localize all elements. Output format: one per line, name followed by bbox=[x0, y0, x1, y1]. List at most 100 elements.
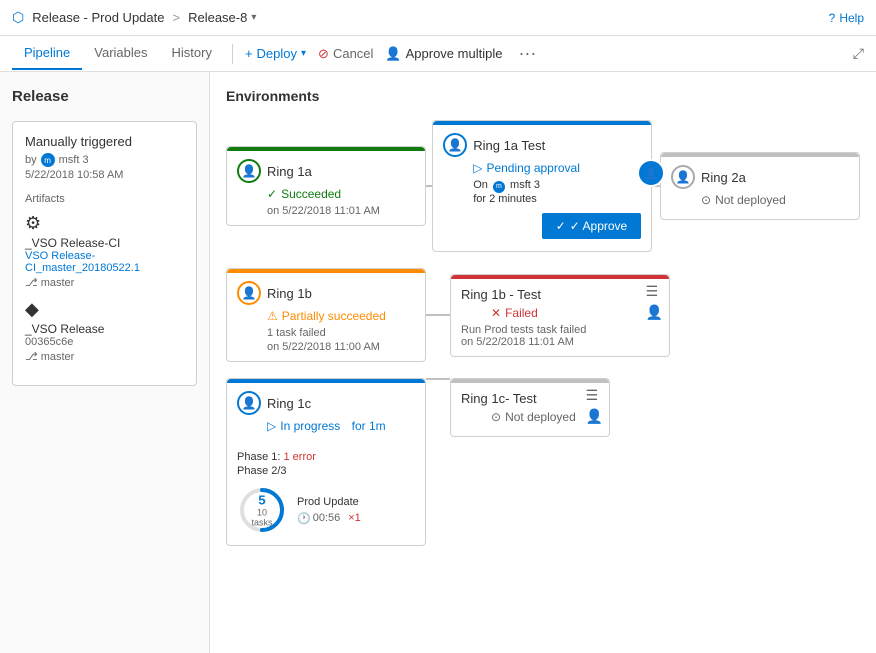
ring1a-date: on 5/22/2018 11:01 AM bbox=[267, 205, 415, 217]
ring1a-status: ✓ Succeeded bbox=[267, 187, 415, 201]
tab-variables[interactable]: Variables bbox=[82, 37, 159, 70]
ring1ctest-notdeployed-icon: ⊙ bbox=[491, 410, 501, 424]
approve-multiple-button[interactable]: 👤 Approve multiple bbox=[385, 46, 502, 62]
ring1c-tasks-count: 5 10tasks bbox=[251, 493, 272, 528]
artifact-2-id: 00365c6e bbox=[25, 336, 184, 348]
ring1b-name: Ring 1b bbox=[267, 286, 312, 301]
chevron-down-icon[interactable]: ▾ bbox=[251, 12, 256, 23]
help-label: Help bbox=[839, 11, 864, 25]
warning-icon: ⚠ bbox=[267, 309, 278, 323]
ring1ctest-settings-icon[interactable]: ☰ bbox=[586, 387, 603, 404]
ring1c-progress-info: Prod Update 🕐 00:56 ×1 bbox=[297, 496, 415, 525]
stage-ring1a[interactable]: 👤 Ring 1a ✓ Succeeded on 5/22/2018 11:01… bbox=[226, 146, 426, 226]
ring1ctest-name: Ring 1c- Test bbox=[461, 391, 537, 406]
artifact-2-branch: ⎇ master bbox=[25, 350, 184, 363]
branch-icon: ⎇ bbox=[25, 276, 38, 289]
release-card: Manually triggered by m msft 3 5/22/2018… bbox=[12, 121, 197, 386]
artifacts-label: Artifacts bbox=[25, 193, 184, 205]
more-options-button[interactable]: ··· bbox=[518, 43, 536, 64]
ring1atest-user: msft 3 bbox=[510, 179, 540, 191]
cancel-icon: ⊘ bbox=[318, 46, 329, 62]
deploy-button[interactable]: + Deploy ▾ bbox=[245, 46, 306, 61]
release-by: by m msft 3 bbox=[25, 153, 184, 167]
stage-ring1ctest[interactable]: Ring 1c- Test ⊙ Not deployed ☰ 👤 bbox=[450, 378, 610, 437]
branch-icon-2: ⎇ bbox=[25, 350, 38, 363]
artifact-release-icon: ◆ bbox=[25, 299, 184, 320]
pending-play-icon: ▷ bbox=[473, 161, 482, 175]
release-name: Release-8 bbox=[188, 10, 247, 25]
stage-ring1btest[interactable]: Ring 1b - Test ✕ Failed Run Prod tests t… bbox=[450, 274, 670, 357]
help-link[interactable]: ? Help bbox=[829, 11, 864, 25]
stage-ring1c[interactable]: 👤 Ring 1c ▷ In progress for 1m Phase 1: … bbox=[226, 378, 426, 546]
artifact-1-link[interactable]: VSO Release-CI_master_20180522.1 bbox=[25, 250, 184, 274]
stage-ring1atest[interactable]: 👤 Ring 1a Test ▷ Pending approval On m m… bbox=[432, 120, 652, 252]
ring1c-phase1: Phase 1: 1 error bbox=[237, 451, 415, 463]
approve-check-icon: ✓ bbox=[556, 219, 566, 233]
username: msft 3 bbox=[59, 154, 89, 166]
ring1btest-status: ✕ Failed bbox=[491, 306, 659, 320]
stage-ring1b[interactable]: 👤 Ring 1b ⚠ Partially succeeded 1 task f… bbox=[226, 268, 426, 362]
nav-divider bbox=[232, 44, 233, 64]
ring1b-header: 👤 Ring 1b bbox=[237, 281, 415, 305]
ring2a-header: 👤 Ring 2a bbox=[671, 165, 849, 189]
approve-button[interactable]: ✓ ✓ Approve bbox=[542, 213, 641, 239]
ring1c-progress: 5 10tasks Prod Update 🕐 00:56 bbox=[237, 485, 415, 535]
environments-title: Environments bbox=[226, 88, 860, 104]
help-icon: ? bbox=[829, 11, 836, 25]
ring1c-phase2: Phase 2/3 bbox=[237, 465, 415, 477]
cancel-button[interactable]: ⊘ Cancel bbox=[318, 46, 373, 62]
main-content: Release Manually triggered by m msft 3 5… bbox=[0, 72, 876, 653]
ring1btest-date: on 5/22/2018 11:01 AM bbox=[461, 336, 659, 348]
env-row-3: 👤 Ring 1c ▷ In progress for 1m Phase 1: … bbox=[226, 378, 860, 546]
tab-pipeline[interactable]: Pipeline bbox=[12, 37, 82, 70]
artifact-build-icon: ⚙ bbox=[25, 213, 184, 234]
artifact-1: ⚙ _VSO Release-CI VSO Release-CI_master_… bbox=[25, 213, 184, 289]
ring1ctest-status: ⊙ Not deployed bbox=[491, 410, 599, 424]
release-trigger: Manually triggered bbox=[25, 134, 184, 149]
ring1a-person-icon: 👤 bbox=[237, 159, 261, 183]
azure-devops-icon: ⬡ bbox=[12, 9, 24, 26]
ring1a-header: 👤 Ring 1a bbox=[237, 159, 415, 183]
ring1ctest-side-icons: ☰ 👤 bbox=[586, 387, 603, 425]
by-label: by bbox=[25, 154, 37, 166]
ring1atest-info: On m msft 3 bbox=[473, 179, 641, 193]
ring1b-person-icon: 👤 bbox=[237, 281, 261, 305]
ring1btest-person-icon[interactable]: 👤 bbox=[646, 304, 663, 321]
ring2a-status: ⊙ Not deployed bbox=[701, 193, 849, 207]
ring1b-date: on 5/22/2018 11:00 AM bbox=[267, 341, 415, 353]
ring1btest-settings-icon[interactable]: ☰ bbox=[646, 283, 663, 300]
ring1atest-status: ▷ Pending approval bbox=[473, 161, 641, 175]
env-row-2: 👤 Ring 1b ⚠ Partially succeeded 1 task f… bbox=[226, 268, 860, 362]
ring1btest-header: Ring 1b - Test bbox=[461, 287, 659, 302]
ring2a-person-icon: 👤 bbox=[671, 165, 695, 189]
stage-ring2a[interactable]: 👤 Ring 2a ⊙ Not deployed bbox=[660, 152, 860, 220]
ring1c-prod-label: Prod Update bbox=[297, 496, 415, 508]
notdeployed-icon: ⊙ bbox=[701, 193, 711, 207]
approver-avatar: 👤 bbox=[637, 159, 665, 187]
ring1c-circle-progress: 5 10tasks bbox=[237, 485, 287, 535]
nav-tabs-bar: Pipeline Variables History + Deploy ▾ ⊘ … bbox=[0, 36, 876, 72]
ring1ctest-header: Ring 1c- Test bbox=[461, 391, 599, 406]
expand-icon[interactable]: ⤢ bbox=[853, 45, 864, 62]
nav-actions: + Deploy ▾ ⊘ Cancel 👤 Approve multiple ·… bbox=[245, 43, 536, 64]
ring1c-details: Phase 1: 1 error Phase 2/3 5 10t bbox=[227, 445, 425, 545]
ring1ctest-person-icon[interactable]: 👤 bbox=[586, 408, 603, 425]
tab-history[interactable]: History bbox=[160, 37, 224, 70]
user-dot-small: m bbox=[493, 181, 505, 193]
failed-cross-icon: ✕ bbox=[491, 306, 501, 320]
approve-label: ✓ Approve bbox=[570, 219, 627, 233]
ring1c-header: 👤 Ring 1c bbox=[237, 391, 415, 415]
ring1atest-person-icon: 👤 bbox=[443, 133, 467, 157]
artifact-2: ◆ _VSO Release 00365c6e ⎇ master bbox=[25, 299, 184, 363]
breadcrumb-project[interactable]: Release - Prod Update bbox=[32, 10, 164, 25]
ring1c-time: 🕐 00:56 bbox=[297, 512, 340, 525]
clock-icon: 🕐 bbox=[297, 512, 311, 525]
ring1c-for: for 1m bbox=[352, 419, 386, 433]
ring1b-error: 1 task failed bbox=[267, 327, 415, 339]
ring2a-name: Ring 2a bbox=[701, 170, 746, 185]
env-row-1: 👤 Ring 1a ✓ Succeeded on 5/22/2018 11:01… bbox=[226, 120, 860, 252]
ring1btest-side-icons: ☰ 👤 bbox=[646, 283, 663, 321]
ring1c-stats: 🕐 00:56 ×1 bbox=[297, 512, 415, 525]
connector-1c-to-1ctest bbox=[426, 378, 450, 380]
ring1c-name: Ring 1c bbox=[267, 396, 311, 411]
